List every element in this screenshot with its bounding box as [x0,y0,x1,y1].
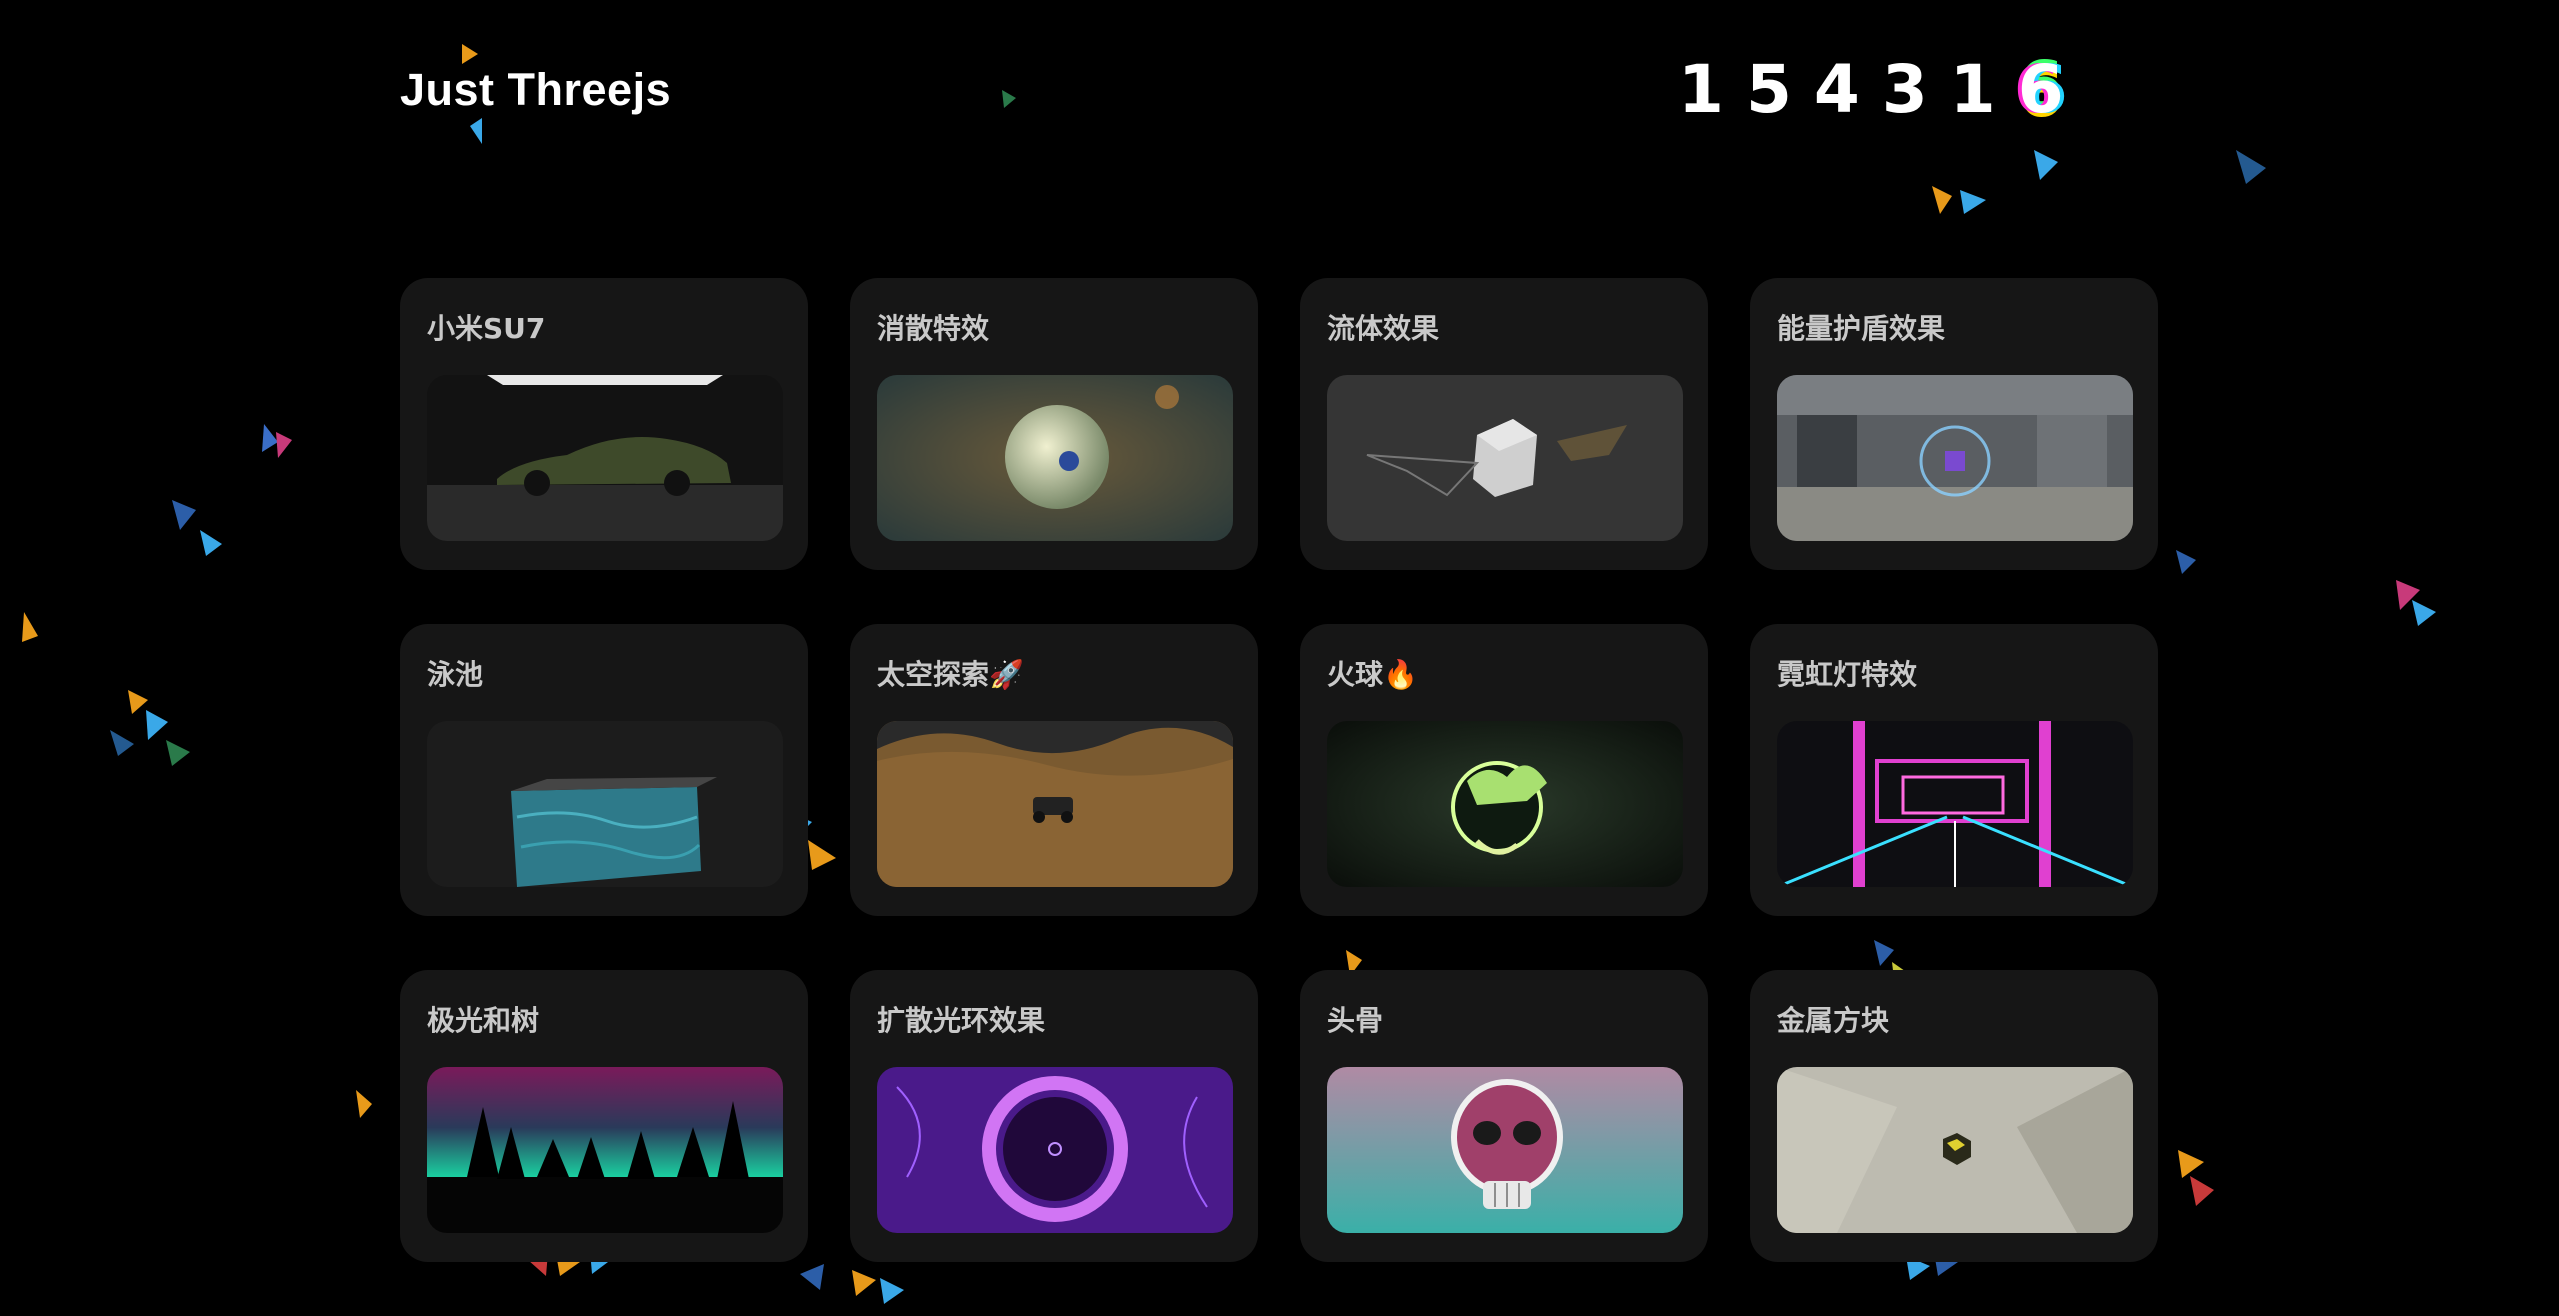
demo-card-pool[interactable]: 泳池 [400,624,808,916]
card-title: 泳池 [427,658,484,691]
card-thumbnail [877,375,1233,541]
demo-card-halo[interactable]: 扩散光环效果 [850,970,1258,1262]
demo-card-su7[interactable]: 小米SU7 [400,278,808,570]
demo-card-space[interactable]: 太空探索🚀 [850,624,1258,916]
demo-card-skull[interactable]: 头骨 [1300,970,1708,1262]
card-title: 扩散光环效果 [877,1004,1046,1037]
counter-digit-rolling: 6 [2017,51,2064,128]
demo-card-fluid[interactable]: 流体效果 [1300,278,1708,570]
card-title: 流体效果 [1327,312,1440,345]
card-thumbnail [1327,1067,1683,1233]
neon-tunnel-icon [1777,721,2133,887]
card-title: 霓虹灯特效 [1777,658,1918,691]
counter-digit: 3 [1881,51,1928,128]
fireball-icon [1327,721,1683,887]
counter-digit: 1 [1678,51,1724,128]
card-title: 火球🔥 [1327,658,1418,691]
card-thumbnail [427,375,783,541]
card-thumbnail [427,721,783,887]
card-thumbnail [877,721,1233,887]
fluid-cube-icon [1327,375,1683,541]
card-title: 消散特效 [877,312,990,345]
metal-cube-icon [1777,1067,2133,1233]
card-thumbnail [1777,1067,2133,1233]
card-thumbnail [1777,721,2133,887]
demo-card-fireball[interactable]: 火球🔥 [1300,624,1708,916]
demo-card-grid: 小米SU7 消散特效 流体效果 能量护盾效果 泳池 太空探索🚀 火球🔥 霓虹灯特… [400,278,2158,1278]
car-scene-icon [427,375,783,541]
skull-icon [1327,1067,1683,1233]
card-title: 金属方块 [1777,1004,1890,1037]
space-rover-icon [877,721,1233,887]
card-title: 太空探索🚀 [877,658,1024,691]
demo-card-neon[interactable]: 霓虹灯特效 [1750,624,2158,916]
card-thumbnail [1777,375,2133,541]
card-title: 头骨 [1327,1004,1384,1037]
card-thumbnail [1327,375,1683,541]
energy-shield-icon [1777,375,2133,541]
counter-digit: 1 [1949,51,1996,128]
dissolve-planet-icon [877,375,1233,541]
pool-icon [427,721,783,887]
aurora-trees-icon [427,1067,783,1233]
demo-card-dissolve[interactable]: 消散特效 [850,278,1258,570]
card-thumbnail [1327,721,1683,887]
purple-halo-icon [877,1067,1233,1233]
card-thumbnail [427,1067,783,1233]
demo-card-energy-shield[interactable]: 能量护盾效果 [1750,278,2158,570]
counter-digit: 5 [1745,51,1792,128]
demo-card-metal-cube[interactable]: 金属方块 [1750,970,2158,1262]
site-title: Just Threejs [400,64,672,115]
card-title: 小米SU7 [427,312,546,345]
demo-card-aurora[interactable]: 极光和树 [400,970,808,1262]
counter-digit: 4 [1813,51,1860,128]
card-thumbnail [877,1067,1233,1233]
visitor-counter: 1 5 4 3 1 6 [1678,52,2064,128]
card-title: 极光和树 [427,1004,540,1037]
card-title: 能量护盾效果 [1777,312,1946,345]
